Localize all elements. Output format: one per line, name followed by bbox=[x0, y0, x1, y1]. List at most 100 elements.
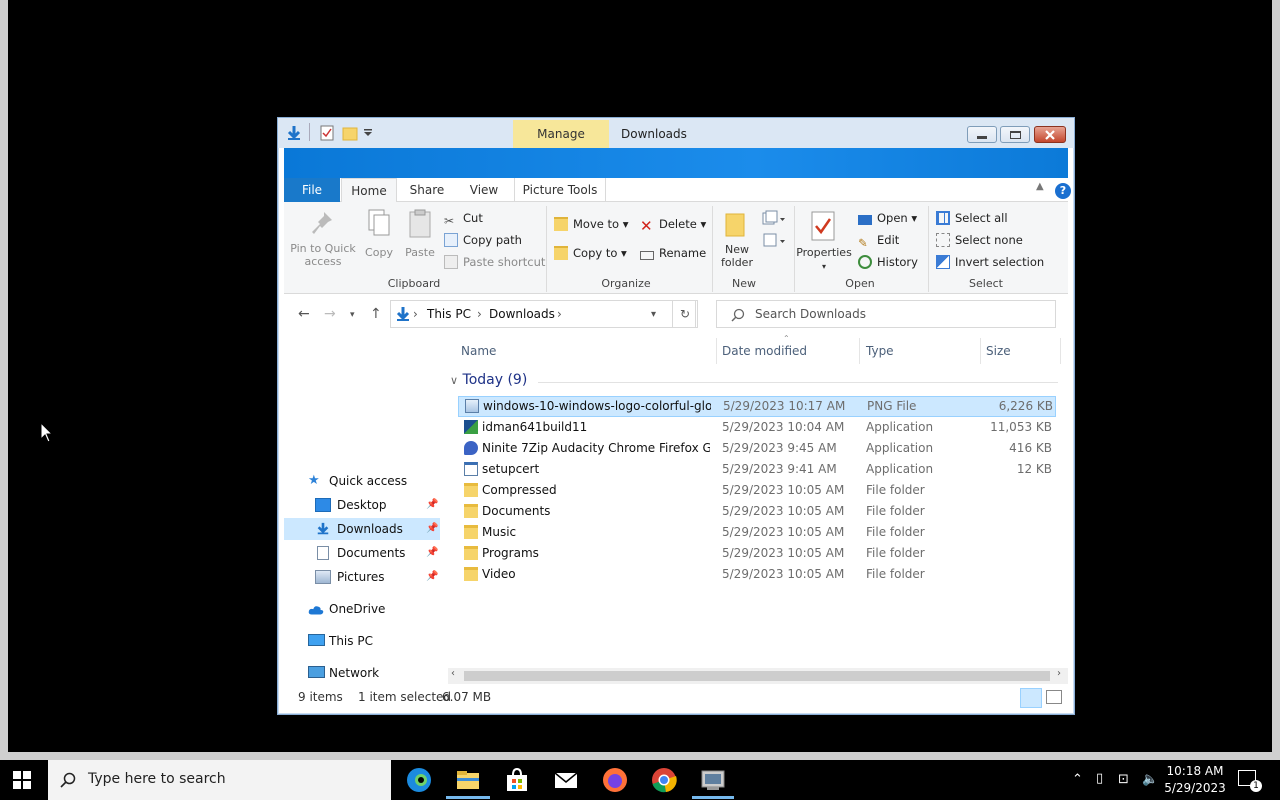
column-header-type[interactable]: Type bbox=[866, 344, 894, 358]
tab-share[interactable]: Share bbox=[399, 178, 455, 202]
status-size: 6.07 MB bbox=[442, 690, 492, 704]
maximize-button[interactable] bbox=[1000, 126, 1030, 143]
column-header-name[interactable]: Name bbox=[461, 344, 496, 358]
chrome-icon[interactable] bbox=[650, 766, 678, 794]
new-item-icon[interactable] bbox=[762, 210, 786, 226]
file-row[interactable]: Music 5/29/2023 10:05 AM File folder bbox=[458, 522, 1056, 543]
file-row[interactable]: Documents 5/29/2023 10:05 AM File folder bbox=[458, 501, 1056, 522]
folder-icon bbox=[464, 567, 478, 581]
help-icon[interactable]: ? bbox=[1055, 183, 1071, 199]
paste-button[interactable]: Paste bbox=[400, 246, 440, 259]
file-row[interactable]: Compressed 5/29/2023 10:05 AM File folde… bbox=[458, 480, 1056, 501]
file-list-pane: Name ⌃ Date modified Type Size ∨ Today (… bbox=[448, 334, 1068, 664]
tab-home[interactable]: Home bbox=[341, 178, 397, 203]
copy-to-button[interactable]: Copy to ▾ bbox=[554, 243, 627, 263]
file-row[interactable]: windows-10-windows-logo-colorful-glo... … bbox=[458, 396, 1056, 417]
horizontal-scrollbar[interactable]: ‹ › bbox=[448, 668, 1068, 684]
properties-button[interactable]: Properties ▾ bbox=[796, 246, 852, 273]
paste-shortcut-label: Paste shortcut bbox=[463, 255, 546, 269]
group-header[interactable]: ∨ Today (9) bbox=[450, 372, 527, 388]
file-row[interactable]: Ninite 7Zip Audacity Chrome Firefox Go..… bbox=[458, 438, 1056, 459]
rename-button[interactable]: Rename bbox=[640, 243, 706, 263]
device-icon[interactable]: ▯ bbox=[1096, 771, 1103, 786]
file-row[interactable]: idman641build11 5/29/2023 10:04 AM Appli… bbox=[458, 417, 1056, 438]
file-type: PNG File bbox=[867, 399, 917, 413]
volume-muted-icon[interactable]: 🔈 bbox=[1142, 772, 1158, 787]
column-separator[interactable] bbox=[716, 338, 717, 364]
file-explorer-icon[interactable] bbox=[454, 766, 482, 794]
recent-locations-chevron-icon[interactable]: ▾ bbox=[350, 310, 355, 320]
scrollbar-thumb[interactable] bbox=[464, 671, 1050, 681]
nav-pictures[interactable]: Pictures 📌 bbox=[284, 566, 440, 588]
group-collapse-chevron-icon: ∨ bbox=[450, 374, 459, 387]
firefox-icon[interactable] bbox=[601, 766, 629, 794]
scroll-right-icon[interactable]: › bbox=[1057, 668, 1061, 679]
refresh-icon[interactable]: ↻ bbox=[672, 300, 698, 328]
taskbar-search-box[interactable]: Type here to search bbox=[48, 760, 391, 800]
file-row[interactable]: Video 5/29/2023 10:05 AM File folder bbox=[458, 564, 1056, 585]
breadcrumb-downloads[interactable]: Downloads bbox=[489, 307, 555, 321]
search-input[interactable]: Search Downloads bbox=[716, 300, 1056, 328]
nav-network[interactable]: Network bbox=[284, 662, 440, 684]
forward-arrow-icon[interactable]: → bbox=[324, 306, 336, 322]
details-view-icon[interactable] bbox=[1020, 688, 1042, 708]
cut-button[interactable]: ✂ Cut bbox=[444, 208, 483, 228]
show-hidden-icons-chevron-icon[interactable]: ⌃ bbox=[1072, 772, 1083, 787]
copy-path-button[interactable]: Copy path bbox=[444, 230, 522, 250]
file-date: 5/29/2023 10:17 AM bbox=[723, 399, 846, 413]
back-arrow-icon[interactable]: ← bbox=[298, 306, 310, 322]
column-separator[interactable] bbox=[859, 338, 860, 364]
network-tray-icon[interactable]: ⊡ bbox=[1118, 772, 1129, 787]
up-arrow-icon[interactable]: ↑ bbox=[370, 306, 382, 322]
pin-to-quick-access-button[interactable]: Pin to Quick access bbox=[286, 242, 360, 268]
column-header-size[interactable]: Size bbox=[986, 344, 1011, 358]
copy-button[interactable]: Copy bbox=[358, 246, 400, 259]
network-app-icon[interactable] bbox=[699, 766, 727, 794]
store-icon[interactable] bbox=[503, 766, 531, 794]
edit-button[interactable]: ✎ Edit bbox=[858, 230, 899, 250]
easy-access-icon[interactable] bbox=[762, 232, 786, 248]
nav-desktop[interactable]: Desktop 📌 bbox=[284, 494, 440, 516]
nav-this-pc[interactable]: This PC bbox=[284, 630, 440, 652]
delete-button[interactable]: ✕ Delete ▾ bbox=[640, 214, 706, 234]
clock[interactable]: 10:18 AM 5/29/2023 bbox=[1160, 763, 1230, 797]
edge-icon[interactable] bbox=[405, 766, 433, 794]
manage-contextual-tab[interactable]: Manage bbox=[513, 120, 609, 148]
windows-logo-icon[interactable] bbox=[12, 770, 32, 790]
qat-dropdown-icon[interactable] bbox=[363, 129, 373, 137]
title-accent-band bbox=[284, 148, 1068, 178]
invert-selection-button[interactable]: Invert selection bbox=[936, 252, 1044, 272]
properties-qat-icon[interactable] bbox=[320, 125, 334, 141]
file-date: 5/29/2023 10:05 AM bbox=[722, 546, 845, 560]
select-none-button[interactable]: Select none bbox=[936, 230, 1023, 250]
file-row[interactable]: Programs 5/29/2023 10:05 AM File folder bbox=[458, 543, 1056, 564]
tab-file[interactable]: File bbox=[284, 178, 340, 202]
large-icons-view-icon[interactable] bbox=[1046, 690, 1062, 704]
scroll-left-icon[interactable]: ‹ bbox=[451, 668, 455, 679]
paste-shortcut-button[interactable]: Paste shortcut bbox=[444, 252, 545, 272]
address-box[interactable]: › This PC › Downloads › ▾ bbox=[390, 300, 696, 328]
history-button[interactable]: History bbox=[858, 252, 918, 272]
tab-picture-tools[interactable]: Picture Tools bbox=[514, 178, 606, 202]
nav-documents[interactable]: Documents 📌 bbox=[284, 542, 440, 564]
collapse-ribbon-icon[interactable]: ▲ bbox=[1036, 181, 1044, 192]
select-all-button[interactable]: Select all bbox=[936, 208, 1008, 228]
new-folder-button[interactable]: New folder bbox=[714, 243, 760, 269]
move-to-button[interactable]: Move to ▾ bbox=[554, 214, 628, 234]
file-row[interactable]: setupcert 5/29/2023 9:41 AM Application … bbox=[458, 459, 1056, 480]
tab-view[interactable]: View bbox=[456, 178, 512, 202]
new-folder-qat-icon[interactable] bbox=[342, 125, 358, 141]
nav-onedrive[interactable]: OneDrive bbox=[284, 598, 440, 620]
column-separator[interactable] bbox=[980, 338, 981, 364]
column-header-date[interactable]: Date modified bbox=[722, 344, 807, 358]
nav-downloads[interactable]: Downloads 📌 bbox=[284, 518, 440, 540]
open-button[interactable]: Open ▾ bbox=[858, 208, 917, 228]
breadcrumb-this-pc[interactable]: This PC bbox=[427, 307, 471, 321]
mail-icon[interactable] bbox=[552, 766, 580, 794]
nav-quick-access[interactable]: ★ Quick access bbox=[284, 470, 440, 492]
address-history-chevron-icon[interactable]: ▾ bbox=[651, 309, 656, 320]
scissors-icon: ✂ bbox=[444, 214, 455, 228]
minimize-button[interactable] bbox=[967, 126, 997, 143]
close-button[interactable] bbox=[1034, 126, 1066, 143]
column-separator[interactable] bbox=[1060, 338, 1061, 364]
